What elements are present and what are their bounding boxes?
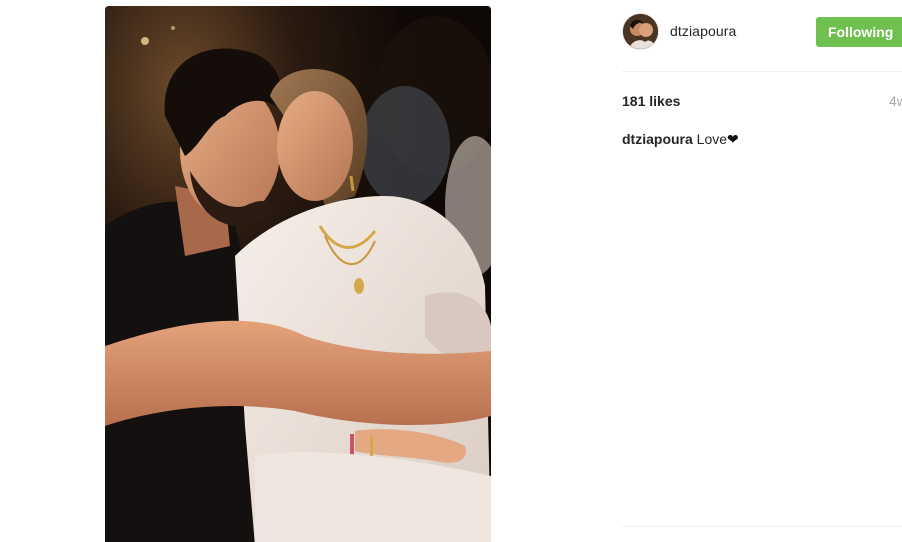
post-time[interactable]: 4w xyxy=(889,93,902,109)
profile-avatar[interactable] xyxy=(622,13,659,50)
caption-username[interactable]: dtziapoura xyxy=(622,131,693,147)
post-page: dtziapoura Following 181 likes 4w dtziap… xyxy=(0,0,902,542)
caption-text: Love xyxy=(696,131,728,147)
post-caption: dtziapoura Love❤ xyxy=(622,131,739,148)
post-side-panel: dtziapoura Following 181 likes 4w dtziap… xyxy=(622,0,902,542)
post-photo[interactable] xyxy=(105,6,491,542)
likes-count[interactable]: 181 likes xyxy=(622,93,680,109)
following-button[interactable]: Following xyxy=(816,17,902,47)
avatar-icon xyxy=(623,14,658,49)
comments-divider xyxy=(622,526,902,527)
header-divider xyxy=(622,71,902,72)
heart-icon: ❤ xyxy=(727,131,739,147)
author-username[interactable]: dtziapoura xyxy=(670,23,736,39)
photo-image xyxy=(105,6,491,542)
